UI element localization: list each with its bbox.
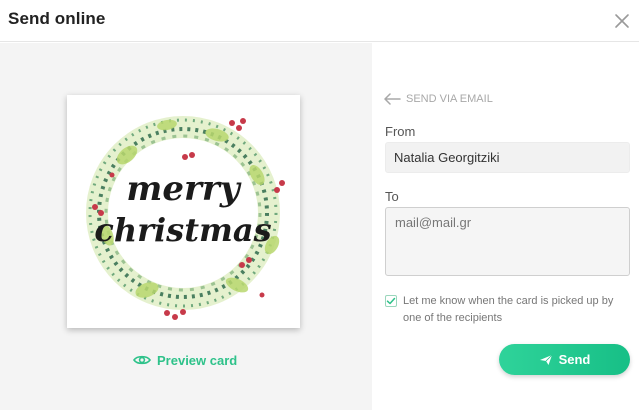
send-button[interactable]: Send	[499, 344, 630, 375]
dialog-header: Send online	[0, 0, 639, 42]
notify-option: Let me know when the card is picked up b…	[385, 293, 630, 327]
arrow-left-icon	[384, 93, 401, 105]
wreath-illustration: merry christmas	[67, 95, 300, 328]
card-text-line1: merry	[126, 169, 241, 209]
card-preview-panel: merry christmas Preview card	[0, 43, 372, 410]
send-via-email-label: SEND VIA EMAIL	[406, 93, 493, 105]
paper-plane-icon	[539, 354, 552, 365]
send-form: SEND VIA EMAIL From Natalia Georgitziki …	[372, 43, 639, 410]
dialog-title: Send online	[8, 9, 106, 28]
notify-checkbox[interactable]	[385, 295, 397, 307]
eye-icon	[133, 355, 151, 365]
notify-label: Let me know when the card is picked up b…	[403, 295, 614, 324]
card-image: merry christmas	[67, 95, 300, 328]
preview-card-label: Preview card	[157, 352, 238, 368]
card-text-line2: christmas	[94, 211, 271, 249]
to-label: To	[385, 189, 399, 204]
from-label: From	[385, 124, 416, 139]
send-label: Send	[558, 352, 591, 367]
close-icon[interactable]	[613, 12, 631, 30]
from-field: Natalia Georgitziki	[385, 142, 630, 173]
send-via-email-back[interactable]: SEND VIA EMAIL	[383, 93, 493, 105]
to-recipients-field[interactable]	[385, 207, 630, 276]
preview-card-link[interactable]: Preview card	[133, 350, 237, 370]
checkmark-icon	[386, 297, 396, 305]
